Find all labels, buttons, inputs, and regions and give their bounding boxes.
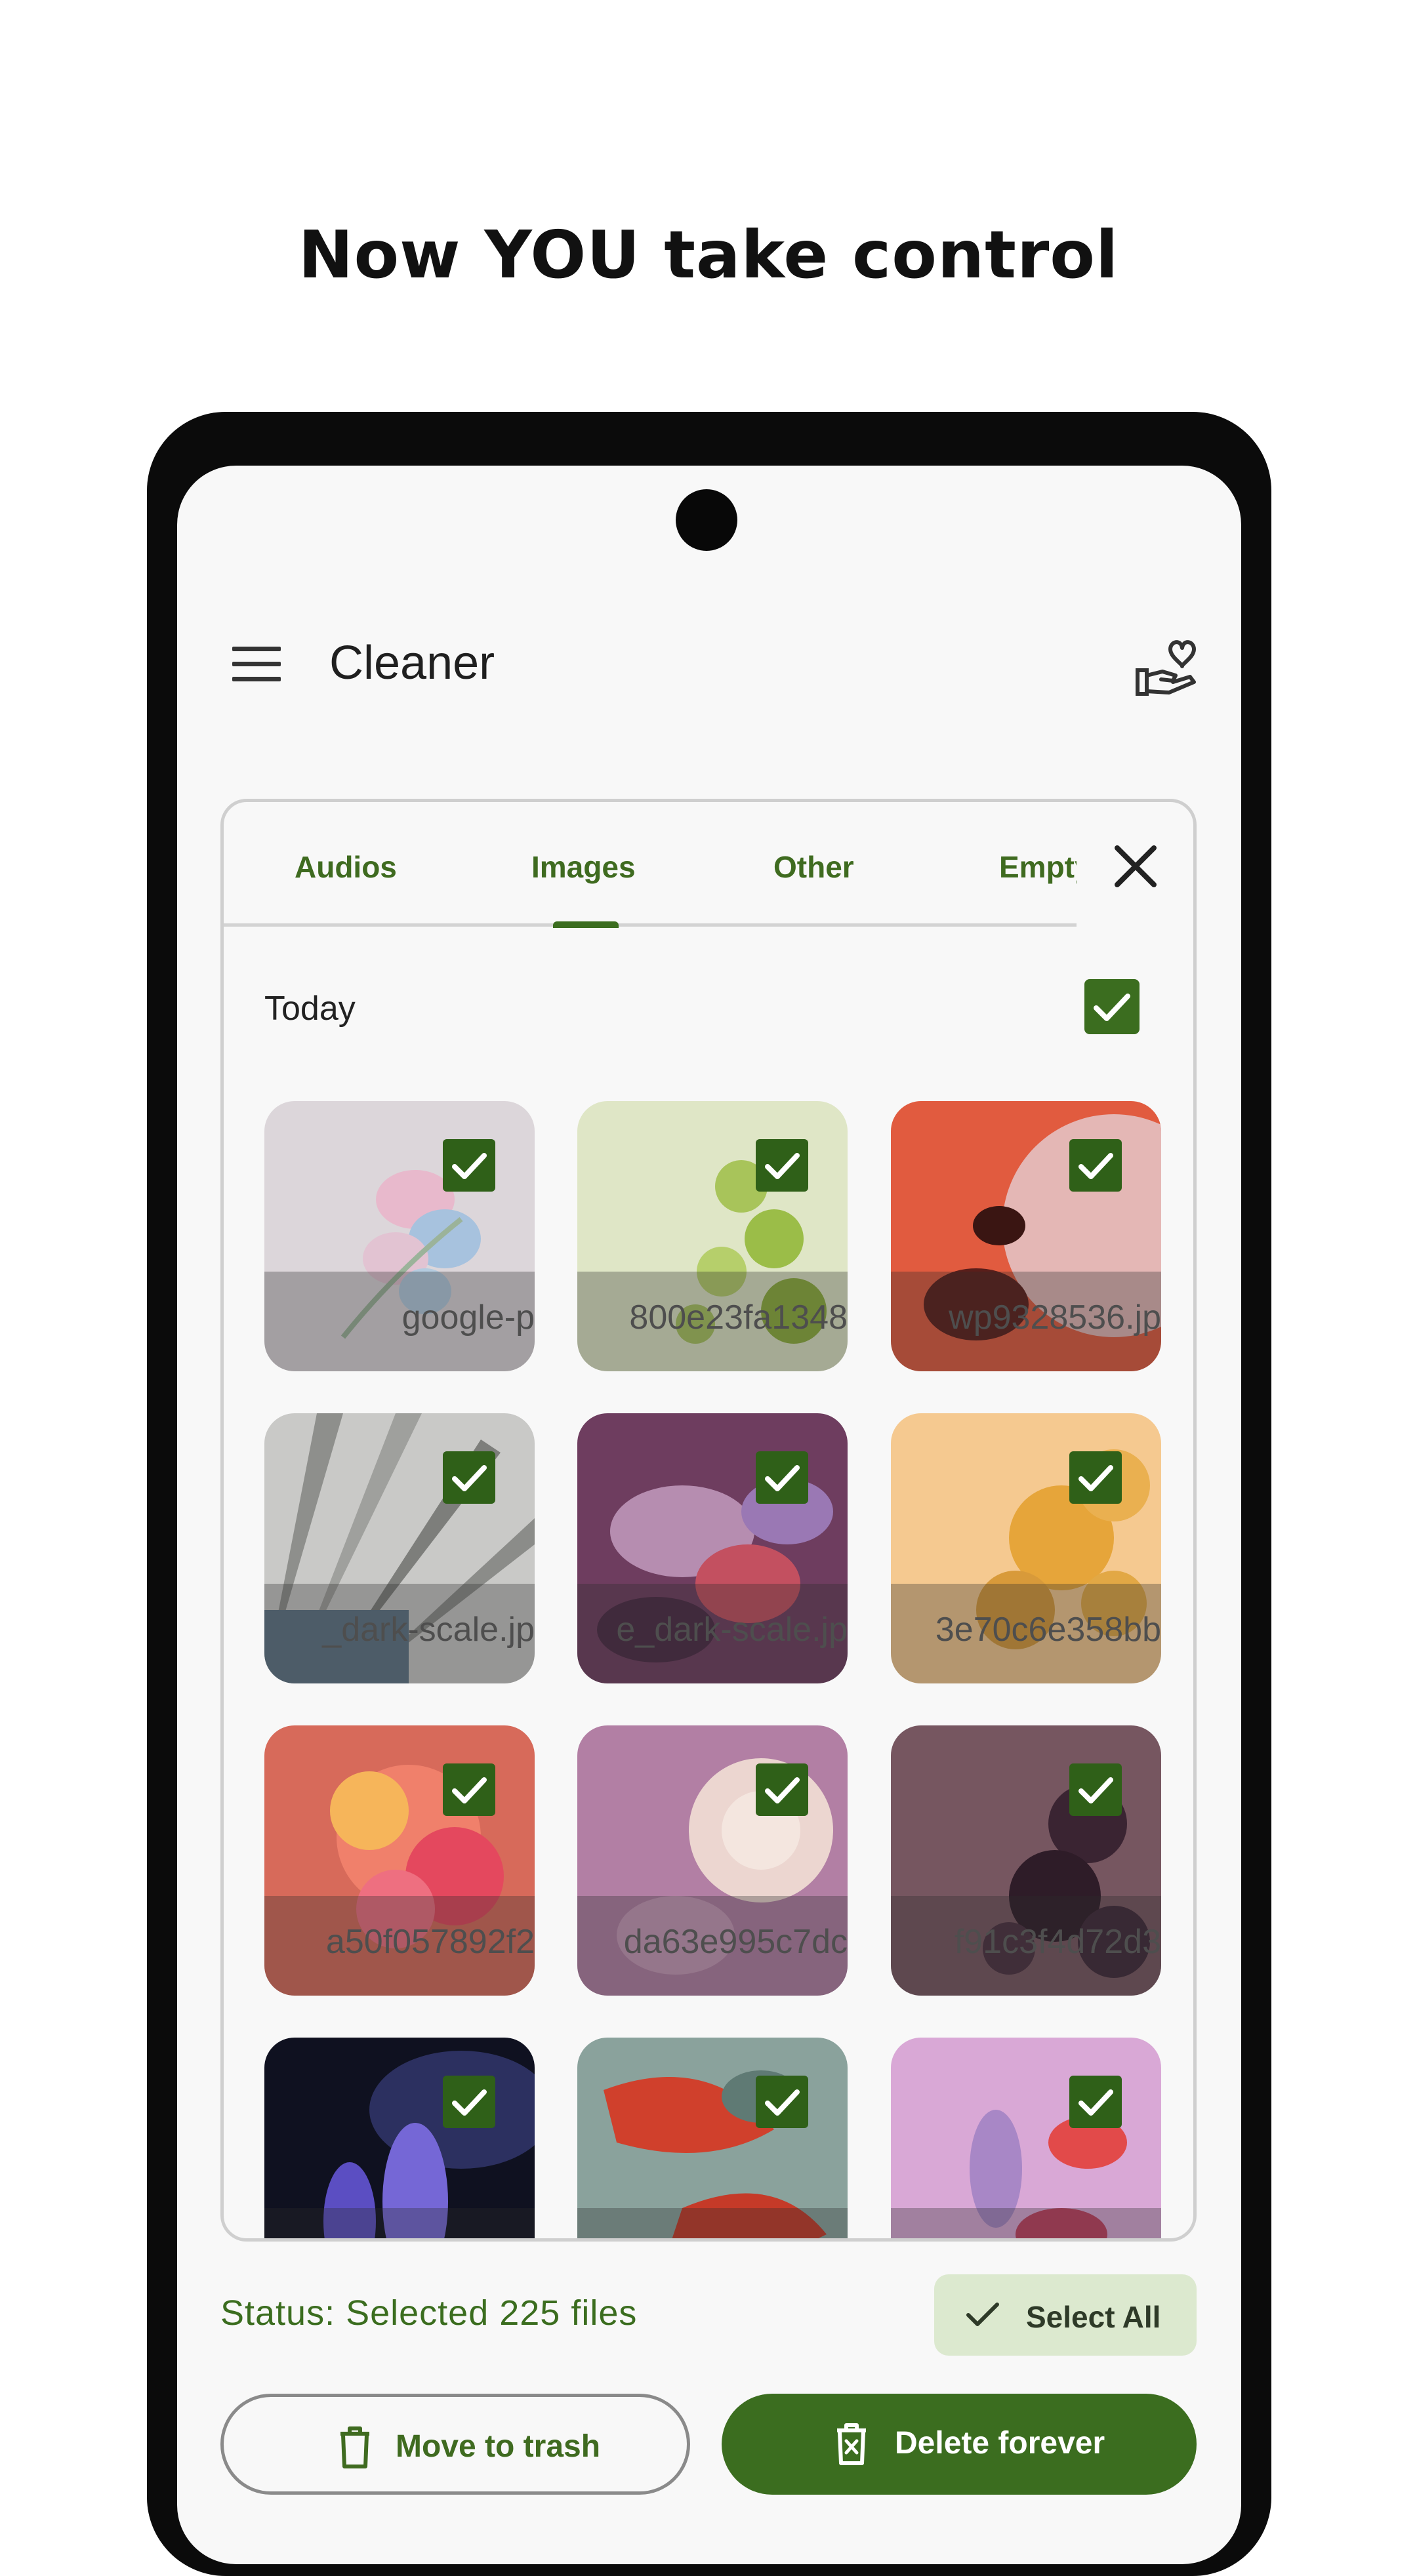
image-tile[interactable] xyxy=(891,2038,1161,2238)
image-tile[interactable]: 3e70c6e358bb xyxy=(891,1413,1161,1683)
image-tile[interactable] xyxy=(577,2038,848,2238)
tab-images[interactable]: Images xyxy=(531,849,636,885)
image-tile[interactable]: 800e23fa1348 xyxy=(577,1101,848,1371)
image-tile[interactable]: da63e995c7dc xyxy=(577,1725,848,1996)
image-tile[interactable]: wp9328536.jp xyxy=(891,1101,1161,1371)
tile-checkbox[interactable] xyxy=(756,1451,808,1504)
file-name: 800e23fa1348 xyxy=(629,1298,848,1337)
trash-icon xyxy=(340,2426,369,2468)
files-card: Audios Images Other Empty Today google- xyxy=(220,799,1197,2242)
tile-checkbox[interactable] xyxy=(443,1139,495,1192)
check-icon xyxy=(966,2303,999,2326)
tile-checkbox[interactable] xyxy=(1069,1451,1122,1504)
headline: Now YOU take control xyxy=(298,216,1119,293)
tile-checkbox[interactable] xyxy=(756,1763,808,1816)
select-all-button[interactable]: Select All xyxy=(934,2274,1197,2356)
file-name: da63e995c7dc xyxy=(623,1923,848,1961)
image-tile[interactable]: f91c3f4d72d3 xyxy=(891,1725,1161,1996)
phone-screen: Cleaner Audios Images Other Empty Today xyxy=(177,466,1241,2564)
move-to-trash-button[interactable]: Move to trash xyxy=(220,2394,690,2495)
tile-checkbox[interactable] xyxy=(443,1763,495,1816)
hamburger-menu-icon[interactable] xyxy=(227,641,286,687)
image-tile[interactable]: google-p xyxy=(264,1101,535,1371)
tab-empty[interactable]: Empty xyxy=(999,849,1077,885)
move-to-trash-label: Move to trash xyxy=(396,2429,601,2464)
section-checkbox[interactable] xyxy=(1084,979,1140,1034)
status-text: Status: Selected 225 files xyxy=(220,2293,638,2333)
tab-other[interactable]: Other xyxy=(773,849,854,885)
select-all-label: Select All xyxy=(1026,2300,1161,2334)
delete-forever-button[interactable]: Delete forever xyxy=(722,2394,1197,2495)
file-name: _dark-scale.jp xyxy=(322,1611,535,1649)
tile-checkbox[interactable] xyxy=(756,2076,808,2128)
delete-forever-label: Delete forever xyxy=(895,2426,1105,2461)
app-title: Cleaner xyxy=(329,637,495,689)
tab-indicator xyxy=(553,921,619,928)
tile-checkbox[interactable] xyxy=(756,1139,808,1192)
file-name: wp9328536.jp xyxy=(949,1298,1161,1337)
tile-checkbox[interactable] xyxy=(443,2076,495,2128)
file-name: 3e70c6e358bb xyxy=(935,1611,1161,1649)
front-camera xyxy=(676,489,737,551)
tab-bar: Audios Images Other Empty xyxy=(224,802,1077,928)
image-tile[interactable]: a50f057892f2 xyxy=(264,1725,535,1996)
tile-checkbox[interactable] xyxy=(1069,2076,1122,2128)
tab-audios[interactable]: Audios xyxy=(295,849,397,885)
file-name: a50f057892f2 xyxy=(325,1923,535,1961)
hand-heart-icon[interactable] xyxy=(1130,630,1202,702)
tile-checkbox[interactable] xyxy=(1069,1139,1122,1192)
file-name: google-p xyxy=(401,1298,535,1337)
image-tile[interactable] xyxy=(264,2038,535,2238)
file-name: e_dark-scale.jp xyxy=(616,1611,848,1649)
section-label-today: Today xyxy=(264,990,356,1028)
image-tile[interactable]: _dark-scale.jp xyxy=(264,1413,535,1683)
app-bar: Cleaner xyxy=(177,616,1241,708)
file-name: f91c3f4d72d3 xyxy=(954,1923,1161,1961)
tile-checkbox[interactable] xyxy=(1069,1763,1122,1816)
close-icon[interactable] xyxy=(1109,840,1162,893)
tile-checkbox[interactable] xyxy=(443,1451,495,1504)
delete-forever-icon xyxy=(837,2423,866,2465)
image-tile[interactable]: e_dark-scale.jp xyxy=(577,1413,848,1683)
